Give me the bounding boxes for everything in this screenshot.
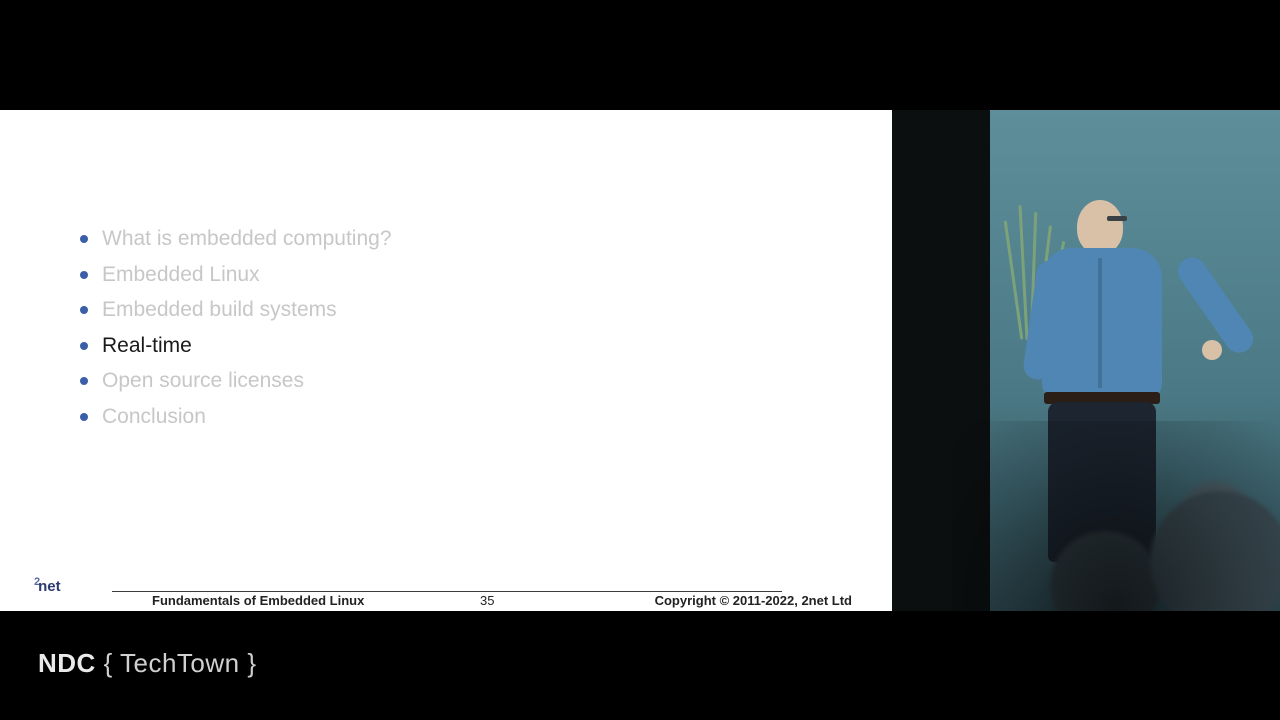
footer-divider [112, 591, 782, 592]
slide-deck-title: Fundamentals of Embedded Linux [152, 593, 364, 608]
agenda-item: Conclusion [80, 406, 392, 427]
agenda-item: Open source licenses [80, 370, 392, 391]
presentation-slide: What is embedded computing? Embedded Lin… [0, 110, 892, 611]
slide-page-number: 35 [480, 593, 494, 608]
speaker-camera-feed [892, 110, 1280, 611]
logo-text: net [38, 578, 61, 595]
agenda-item: Embedded build systems [80, 299, 392, 320]
agenda-item-active: Real-time [80, 335, 392, 356]
agenda-list: What is embedded computing? Embedded Lin… [80, 228, 392, 441]
slide-logo: 2net [34, 576, 61, 595]
brand-name: NDC [38, 648, 96, 678]
content-stage: What is embedded computing? Embedded Lin… [0, 110, 1280, 611]
conference-brand-overlay: NDC { TechTown } [38, 648, 257, 679]
slide-footer: 2net Fundamentals of Embedded Linux 35 C… [0, 577, 892, 611]
agenda-item: What is embedded computing? [80, 228, 392, 249]
brand-subtitle: { TechTown } [96, 648, 257, 678]
agenda-item: Embedded Linux [80, 264, 392, 285]
slide-copyright: Copyright © 2011-2022, 2net Ltd [655, 593, 852, 608]
